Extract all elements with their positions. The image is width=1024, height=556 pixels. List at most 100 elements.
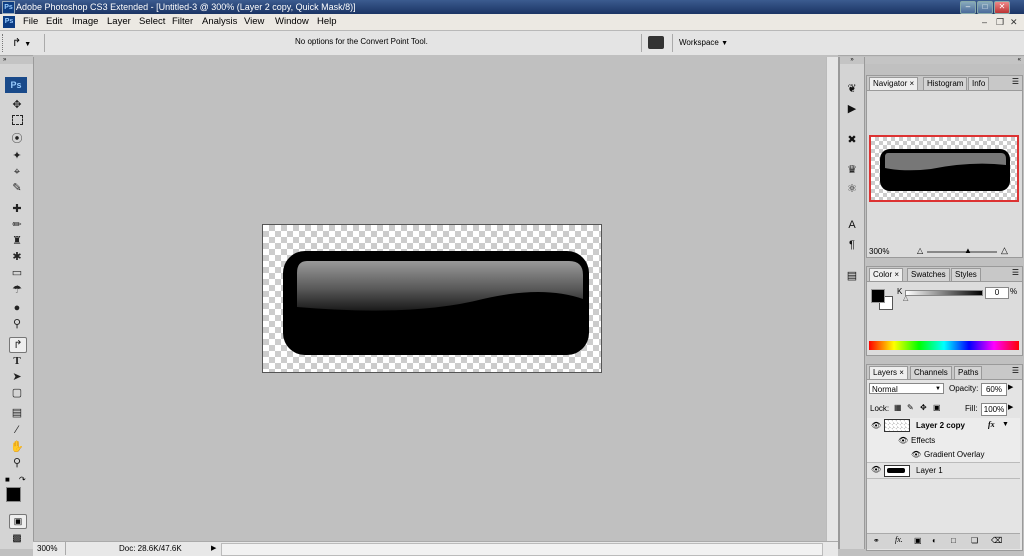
zoom-out-icon[interactable]: △	[917, 246, 923, 255]
menu-window[interactable]: Window	[275, 15, 309, 29]
menu-view[interactable]: View	[244, 15, 264, 29]
fx-badge[interactable]: fx	[988, 420, 995, 429]
panel-menu-icon[interactable]: ☰	[1012, 268, 1019, 277]
zoom-in-icon[interactable]: △	[1001, 245, 1008, 256]
doc-close-button[interactable]: ✕	[1010, 15, 1018, 29]
tool-preset-picker[interactable]: ↱ ▼	[12, 35, 44, 51]
hand-tool-icon[interactable]: ✋	[9, 440, 25, 454]
effects-label[interactable]: Effects	[911, 436, 935, 445]
history-panel-icon[interactable]: ▤	[844, 268, 860, 284]
swap-colors-icon[interactable]: ↷	[19, 475, 26, 484]
move-tool-icon[interactable]: ✥	[9, 98, 25, 112]
chevron-down-icon[interactable]: ▼	[1002, 421, 1009, 428]
lock-all-icon[interactable]: ▣	[933, 403, 941, 412]
tab-info[interactable]: Info	[968, 77, 990, 90]
zoom-slider-thumb[interactable]: ▲	[964, 246, 972, 255]
dodge-tool-icon[interactable]: ⚲	[9, 317, 25, 331]
layer-name[interactable]: Layer 1	[916, 466, 943, 475]
doc-minimize-button[interactable]: –	[982, 15, 987, 29]
menu-select[interactable]: Select	[139, 15, 165, 29]
adjustment-layer-icon[interactable]: ◐	[932, 536, 937, 545]
bridge-icon[interactable]	[648, 36, 664, 49]
add-style-icon[interactable]: fx.	[895, 535, 903, 544]
tab-swatches[interactable]: Swatches	[907, 268, 950, 281]
foreground-color-swatch[interactable]	[6, 487, 21, 502]
status-menu-arrow-icon[interactable]: ▶	[211, 544, 216, 552]
new-layer-icon[interactable]: ❏	[971, 536, 978, 545]
tab-color[interactable]: Color ×	[869, 268, 904, 281]
menu-edit[interactable]: Edit	[46, 15, 62, 29]
blur-tool-icon[interactable]: ●	[9, 301, 25, 315]
paint-bucket-tool-icon[interactable]: ☂	[9, 283, 25, 297]
menu-file[interactable]: File	[23, 15, 38, 29]
visibility-eye-icon[interactable]: 👁	[871, 421, 881, 430]
tab-histogram[interactable]: Histogram	[923, 77, 968, 90]
photoshop-logo-icon[interactable]: Ps	[5, 77, 27, 93]
maximize-button[interactable]: □	[977, 1, 993, 14]
slice-tool-icon[interactable]: ✎	[9, 181, 25, 195]
lock-position-icon[interactable]: ✥	[920, 403, 927, 412]
navigator-preview[interactable]	[869, 135, 1019, 202]
screen-mode-icon[interactable]: ▩	[9, 533, 25, 545]
doc-restore-button[interactable]: ❐	[996, 15, 1004, 29]
menu-image[interactable]: Image	[72, 15, 98, 29]
add-mask-icon[interactable]: ▣	[914, 536, 922, 545]
gradient-overlay-visibility-icon[interactable]: 👁	[911, 450, 921, 459]
panel-dock-header[interactable]: «	[865, 57, 1024, 64]
notes-tool-icon[interactable]: ▤	[9, 406, 25, 420]
zoom-level[interactable]: 300%	[37, 544, 57, 553]
new-group-icon[interactable]: □	[951, 536, 956, 545]
history-brush-tool-icon[interactable]: ✱	[9, 250, 25, 264]
k-value-field[interactable]: 0	[985, 287, 1009, 299]
zoom-tool-icon[interactable]: ⚲	[9, 456, 25, 470]
toolbox-collapse-icon[interactable]: »	[0, 57, 33, 64]
convert-point-tool-icon[interactable]: ↱	[9, 337, 27, 353]
magic-wand-tool-icon[interactable]: ✦	[9, 149, 25, 163]
lock-transparent-icon[interactable]: ▦	[894, 403, 902, 412]
photoshop-menu-icon[interactable]: Ps	[3, 16, 15, 28]
eraser-tool-icon[interactable]: ▭	[9, 266, 25, 280]
panel-menu-icon[interactable]: ☰	[1012, 77, 1019, 86]
minimize-button[interactable]: –	[960, 1, 976, 14]
link-layers-icon[interactable]: ⚭	[873, 536, 880, 545]
character-panel-icon[interactable]: A	[844, 217, 860, 233]
tab-channels[interactable]: Channels	[910, 366, 952, 379]
opacity-arrow-icon[interactable]: ▶	[1008, 383, 1013, 391]
k-slider[interactable]	[905, 290, 983, 296]
actions-panel-icon[interactable]: ▶	[844, 101, 860, 117]
layer-comps-icon[interactable]: ⚛	[844, 181, 860, 197]
navigator-zoom-value[interactable]: 300%	[869, 247, 889, 256]
fill-field[interactable]: 100%	[981, 403, 1007, 416]
menu-filter[interactable]: Filter	[172, 15, 193, 29]
tab-navigator[interactable]: Navigator ×	[869, 77, 919, 90]
layer-row-layer-2-copy[interactable]: 👁 Layer 2 copy fx ▼ 👁 Effects 👁 Gradient…	[867, 418, 1020, 462]
tab-layers[interactable]: Layers ×	[869, 366, 908, 379]
panel-menu-icon[interactable]: ☰	[1012, 366, 1019, 375]
menu-analysis[interactable]: Analysis	[202, 15, 237, 29]
menu-layer[interactable]: Layer	[107, 15, 131, 29]
clone-stamp-tool-icon[interactable]: ♜	[9, 234, 25, 248]
blend-mode-select[interactable]: Normal ▼	[869, 383, 944, 394]
dock-collapse-icon[interactable]: »	[840, 57, 864, 64]
healing-brush-tool-icon[interactable]: ✚	[9, 202, 25, 216]
tab-styles[interactable]: Styles	[951, 268, 981, 281]
quick-mask-icon[interactable]: ▣	[9, 514, 27, 529]
opacity-field[interactable]: 60%	[981, 383, 1007, 396]
visibility-eye-icon[interactable]: 👁	[871, 465, 881, 474]
color-ramp[interactable]	[869, 341, 1019, 350]
layer-name[interactable]: Layer 2 copy	[916, 421, 965, 430]
brush-tool-icon[interactable]: ✏	[9, 218, 25, 232]
horizontal-scrollbar[interactable]	[221, 543, 823, 556]
options-grip[interactable]	[2, 34, 9, 52]
lock-image-icon[interactable]: ✎	[907, 403, 914, 412]
default-colors-icon[interactable]: ■	[5, 475, 10, 484]
menu-help[interactable]: Help	[317, 15, 337, 29]
marquee-tool-icon[interactable]	[9, 115, 25, 129]
lasso-tool-icon[interactable]: ⦿	[9, 132, 25, 146]
clone-source-icon[interactable]: ♛	[844, 162, 860, 178]
brushes-panel-icon[interactable]: ❦	[844, 81, 860, 97]
eyedropper-tool-icon[interactable]: ⁄	[9, 423, 25, 437]
crop-tool-icon[interactable]: ⌖	[9, 165, 25, 179]
trash-icon[interactable]: ⌫	[991, 536, 1002, 545]
tool-presets-icon[interactable]: ✖	[844, 132, 860, 148]
